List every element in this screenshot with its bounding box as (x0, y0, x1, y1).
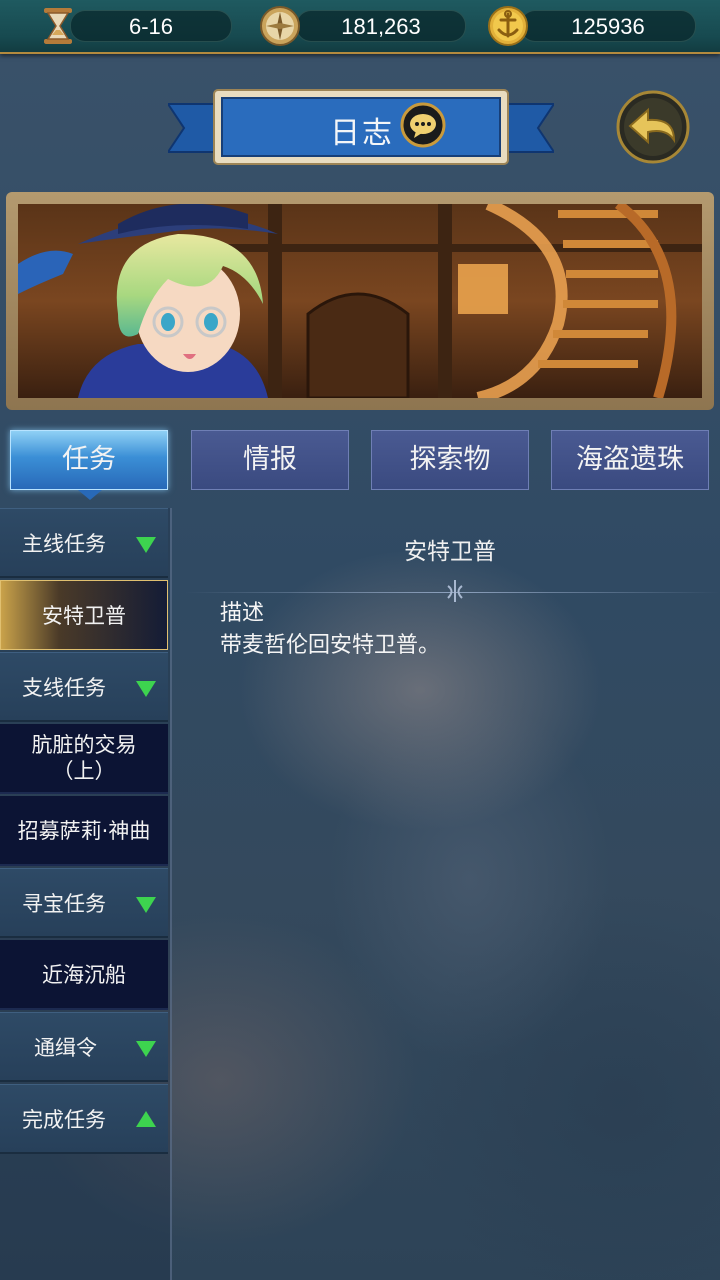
compass-icon (260, 6, 300, 46)
quest-label-part: （上） (52, 759, 116, 783)
tab-intel[interactable]: 情报 (191, 430, 349, 490)
back-arrow-icon[interactable] (616, 90, 690, 164)
expand-down-icon (136, 897, 156, 913)
quest-dirty-deal[interactable]: 肮脏的交易 （上） (0, 724, 168, 794)
resource-bar: 6-16 181,263 125936 (0, 0, 720, 54)
character-illustration (18, 204, 702, 398)
category-label: 主线任务 (22, 531, 106, 556)
compass-resource: 181,263 (296, 10, 466, 42)
quest-label-block: 肮脏的交易 （上） (32, 732, 137, 784)
tab-pirate-relics[interactable]: 海盗遗珠 (551, 430, 709, 490)
fleur-ornament-icon (447, 580, 463, 602)
description-label: 描述 (220, 601, 265, 626)
tavern-scene-image (18, 204, 702, 398)
tab-discoveries[interactable]: 探索物 (371, 430, 529, 490)
collapse-up-icon (136, 1111, 156, 1127)
category-treasure-quests[interactable]: 寻宝任务 (0, 868, 168, 938)
chat-bubble-icon[interactable] (400, 102, 446, 148)
expand-down-icon (136, 1041, 156, 1057)
quest-label: 安特卫普 (42, 604, 126, 628)
quest-sidebar: 主线任务 安特卫普 支线任务 肮脏的交易 （上） 招募萨莉·神曲 寻宝任务 近海… (0, 508, 172, 1280)
quest-antwerp[interactable]: 安特卫普 (0, 580, 168, 650)
quest-label: 招募萨莉·神曲 (17, 819, 151, 843)
hero-banner-frame (6, 192, 714, 410)
anchor-coin-resource: 125936 (520, 10, 696, 42)
quest-label: 近海沉船 (42, 963, 126, 987)
hourglass-icon (44, 8, 72, 44)
date-value: 6-16 (128, 14, 174, 39)
quest-recruit-sally[interactable]: 招募萨莉·神曲 (0, 796, 168, 866)
tab-tasks[interactable]: 任务 (10, 430, 168, 490)
anchor-coin-value: 125936 (571, 14, 645, 39)
page-title: 日志 (330, 116, 394, 151)
anchor-coin-icon (488, 6, 528, 46)
quest-label: 肮脏的交易 (31, 733, 137, 757)
expand-down-icon (136, 537, 156, 553)
category-label: 寻宝任务 (22, 891, 106, 916)
category-side-quests[interactable]: 支线任务 (0, 652, 168, 722)
category-wanted[interactable]: 通缉令 (0, 1012, 168, 1082)
compass-value: 181,263 (341, 14, 421, 39)
category-label: 完成任务 (22, 1107, 106, 1132)
expand-down-icon (136, 681, 156, 697)
description-text: 带麦哲伦回安特卫普。 (220, 633, 441, 658)
category-main-quests[interactable]: 主线任务 (0, 508, 168, 578)
category-label: 支线任务 (22, 675, 106, 700)
quest-detail-title: 安特卫普 (404, 539, 496, 565)
date-display: 6-16 (70, 10, 232, 42)
category-label: 通缉令 (34, 1035, 97, 1060)
active-tab-pointer (78, 490, 102, 500)
quest-coastal-shipwreck[interactable]: 近海沉船 (0, 940, 168, 1010)
category-completed[interactable]: 完成任务 (0, 1084, 168, 1154)
